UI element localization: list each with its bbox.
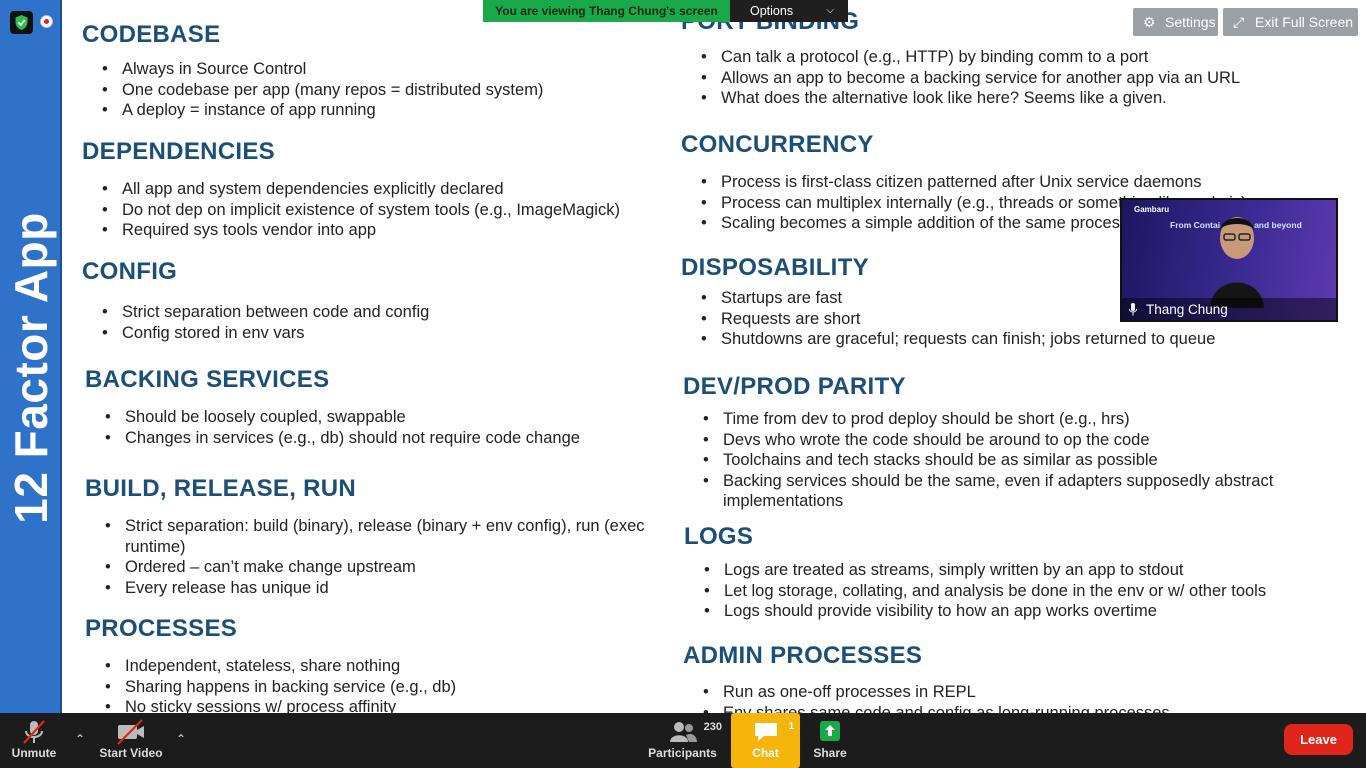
bullet-item: Always in Source Control (82, 59, 543, 80)
section-logs: LOGS Logs are treated as streams, simply… (684, 523, 1266, 622)
bullet-item: Backing services should be the same, eve… (683, 471, 1323, 512)
section-title: CONCURRENCY (681, 131, 874, 158)
bullet-item: What does the alternative look like here… (681, 88, 1240, 109)
exit-fullscreen-label: Exit Full Screen (1255, 14, 1354, 30)
bullet-item: Strict separation: build (binary), relea… (85, 516, 645, 557)
share-screen-button[interactable]: Share (810, 713, 850, 768)
section-title: PROCESSES (85, 615, 238, 642)
section-title: BACKING SERVICES (85, 366, 330, 393)
bullet-item: Can talk a protocol (e.g., HTTP) by bind… (681, 47, 1240, 68)
bullet-item: Toolchains and tech stacks should be as … (683, 450, 1323, 471)
start-video-label: Start Video (99, 746, 163, 760)
section-title: ADMIN PROCESSES (683, 642, 923, 669)
leave-meeting-button[interactable]: Leave (1284, 724, 1353, 755)
bullet-item: One codebase per app (many repos = distr… (82, 80, 543, 101)
participant-name: Thang Chung (1146, 302, 1228, 317)
video-logo: Gambaru (1134, 205, 1170, 214)
bullet-item: Shutdowns are graceful; requests can fin… (681, 329, 1215, 350)
section-admin-processes: ADMIN PROCESSES Run as one-off processes… (683, 642, 1170, 723)
participants-count: 230 (703, 721, 722, 733)
section-title: CODEBASE (82, 21, 221, 48)
participants-button[interactable]: 230 Participants (645, 713, 722, 768)
section-codebase: CODEBASE Always in Source Control One co… (82, 21, 543, 121)
bullet-item: Config stored in env vars (82, 323, 429, 344)
bullet-item: Logs are treated as streams, simply writ… (684, 560, 1266, 581)
section-dependencies: DEPENDENCIES All app and system dependen… (82, 138, 620, 241)
settings-label: Settings (1165, 14, 1216, 30)
bullet-item: Time from dev to prod deploy should be s… (683, 409, 1323, 430)
video-camera-muted-icon (117, 719, 144, 745)
section-dev-prod-parity: DEV/PROD PARITY Time from dev to prod de… (683, 373, 1323, 512)
video-options-chevron-icon[interactable]: ⌃ (176, 732, 186, 746)
gear-icon: ⚙ (1143, 14, 1156, 30)
slide-sidebar-title: 12 Factor App (5, 212, 57, 524)
share-label: Share (813, 746, 847, 760)
bullet-item: Process is first-class citizen patterned… (681, 172, 1247, 193)
section-processes: PROCESSES Independent, stateless, share … (85, 615, 456, 718)
section-title: CONFIG (82, 258, 178, 285)
bullet-item: Let log storage, collating, and analysis… (684, 581, 1266, 602)
chevron-down-icon: ⌵ (826, 5, 834, 16)
slide-sidebar: 12 Factor App (0, 0, 62, 713)
unmute-button[interactable]: Unmute (5, 713, 63, 768)
exit-fullscreen-button[interactable]: ⤢ Exit Full Screen (1223, 8, 1358, 36)
bullet-item: Strict separation between code and confi… (82, 302, 429, 323)
bullet-item: Devs who wrote the code should be around… (683, 430, 1323, 451)
share-screen-icon (820, 721, 840, 741)
section-build-release-run: BUILD, RELEASE, RUN Strict separation: b… (85, 475, 645, 598)
section-title: DEV/PROD PARITY (683, 373, 906, 400)
bullet-item: Do not dep on implicit existence of syst… (82, 200, 620, 221)
bullet-item: Changes in services (e.g., db) should no… (85, 428, 580, 449)
recording-icon[interactable] (40, 15, 53, 28)
bullet-item: Independent, stateless, share nothing (85, 656, 456, 677)
section-title: LOGS (684, 523, 754, 550)
bullet-item: Sharing happens in backing service (e.g.… (85, 677, 456, 698)
screen-share-banner-text: You are viewing Thang Chung's screen (495, 4, 718, 18)
unmute-label: Unmute (11, 746, 57, 760)
bullet-item: Run as one-off processes in REPL (683, 682, 1170, 703)
bullet-item: Every release has unique id (85, 578, 645, 599)
bullet-item: Ordered – can’t make change upstream (85, 557, 645, 578)
chat-button[interactable]: 1 Chat (731, 713, 800, 768)
audio-options-chevron-icon[interactable]: ⌃ (75, 732, 85, 746)
section-title: BUILD, RELEASE, RUN (85, 475, 357, 502)
chat-label: Chat (752, 746, 779, 760)
settings-button[interactable]: ⚙ Settings (1133, 8, 1218, 36)
microphone-muted-icon (23, 720, 45, 744)
exit-fullscreen-icon: ⤢ (1233, 14, 1245, 30)
bullet-item: All app and system dependencies explicit… (82, 179, 620, 200)
bullet-item: Required sys tools vendor into app (82, 220, 620, 241)
video-tile[interactable]: Gambaru From Contai...netes, and beyond … (1120, 198, 1338, 322)
bullet-item: Should be loosely coupled, swappable (85, 407, 580, 428)
participants-label: Participants (648, 746, 717, 760)
options-dropdown[interactable]: Options ⌵ (730, 0, 848, 22)
chat-unread-count: 1 (788, 721, 794, 732)
section-config: CONFIG Strict separation between code an… (82, 258, 429, 343)
bullet-item: A deploy = instance of app running (82, 100, 543, 121)
bullet-item: Allows an app to become a backing servic… (681, 68, 1240, 89)
screen-share-banner: You are viewing Thang Chung's screen Opt… (483, 0, 848, 22)
meeting-toolbar: Unmute ⌃ Start Video ⌃ 230 Participants … (0, 713, 1366, 768)
microphone-icon (1129, 303, 1137, 316)
participants-icon (669, 722, 697, 742)
speaker-avatar (1210, 217, 1264, 308)
start-video-button[interactable]: Start Video (95, 713, 167, 768)
section-backing-services: BACKING SERVICES Should be loosely coupl… (85, 366, 580, 448)
section-title: DEPENDENCIES (82, 138, 275, 165)
options-label: Options (750, 4, 794, 18)
bullet-item: Logs should provide visibility to how an… (684, 601, 1266, 622)
security-shield-icon[interactable] (10, 11, 33, 34)
chat-bubble-icon (754, 723, 777, 741)
